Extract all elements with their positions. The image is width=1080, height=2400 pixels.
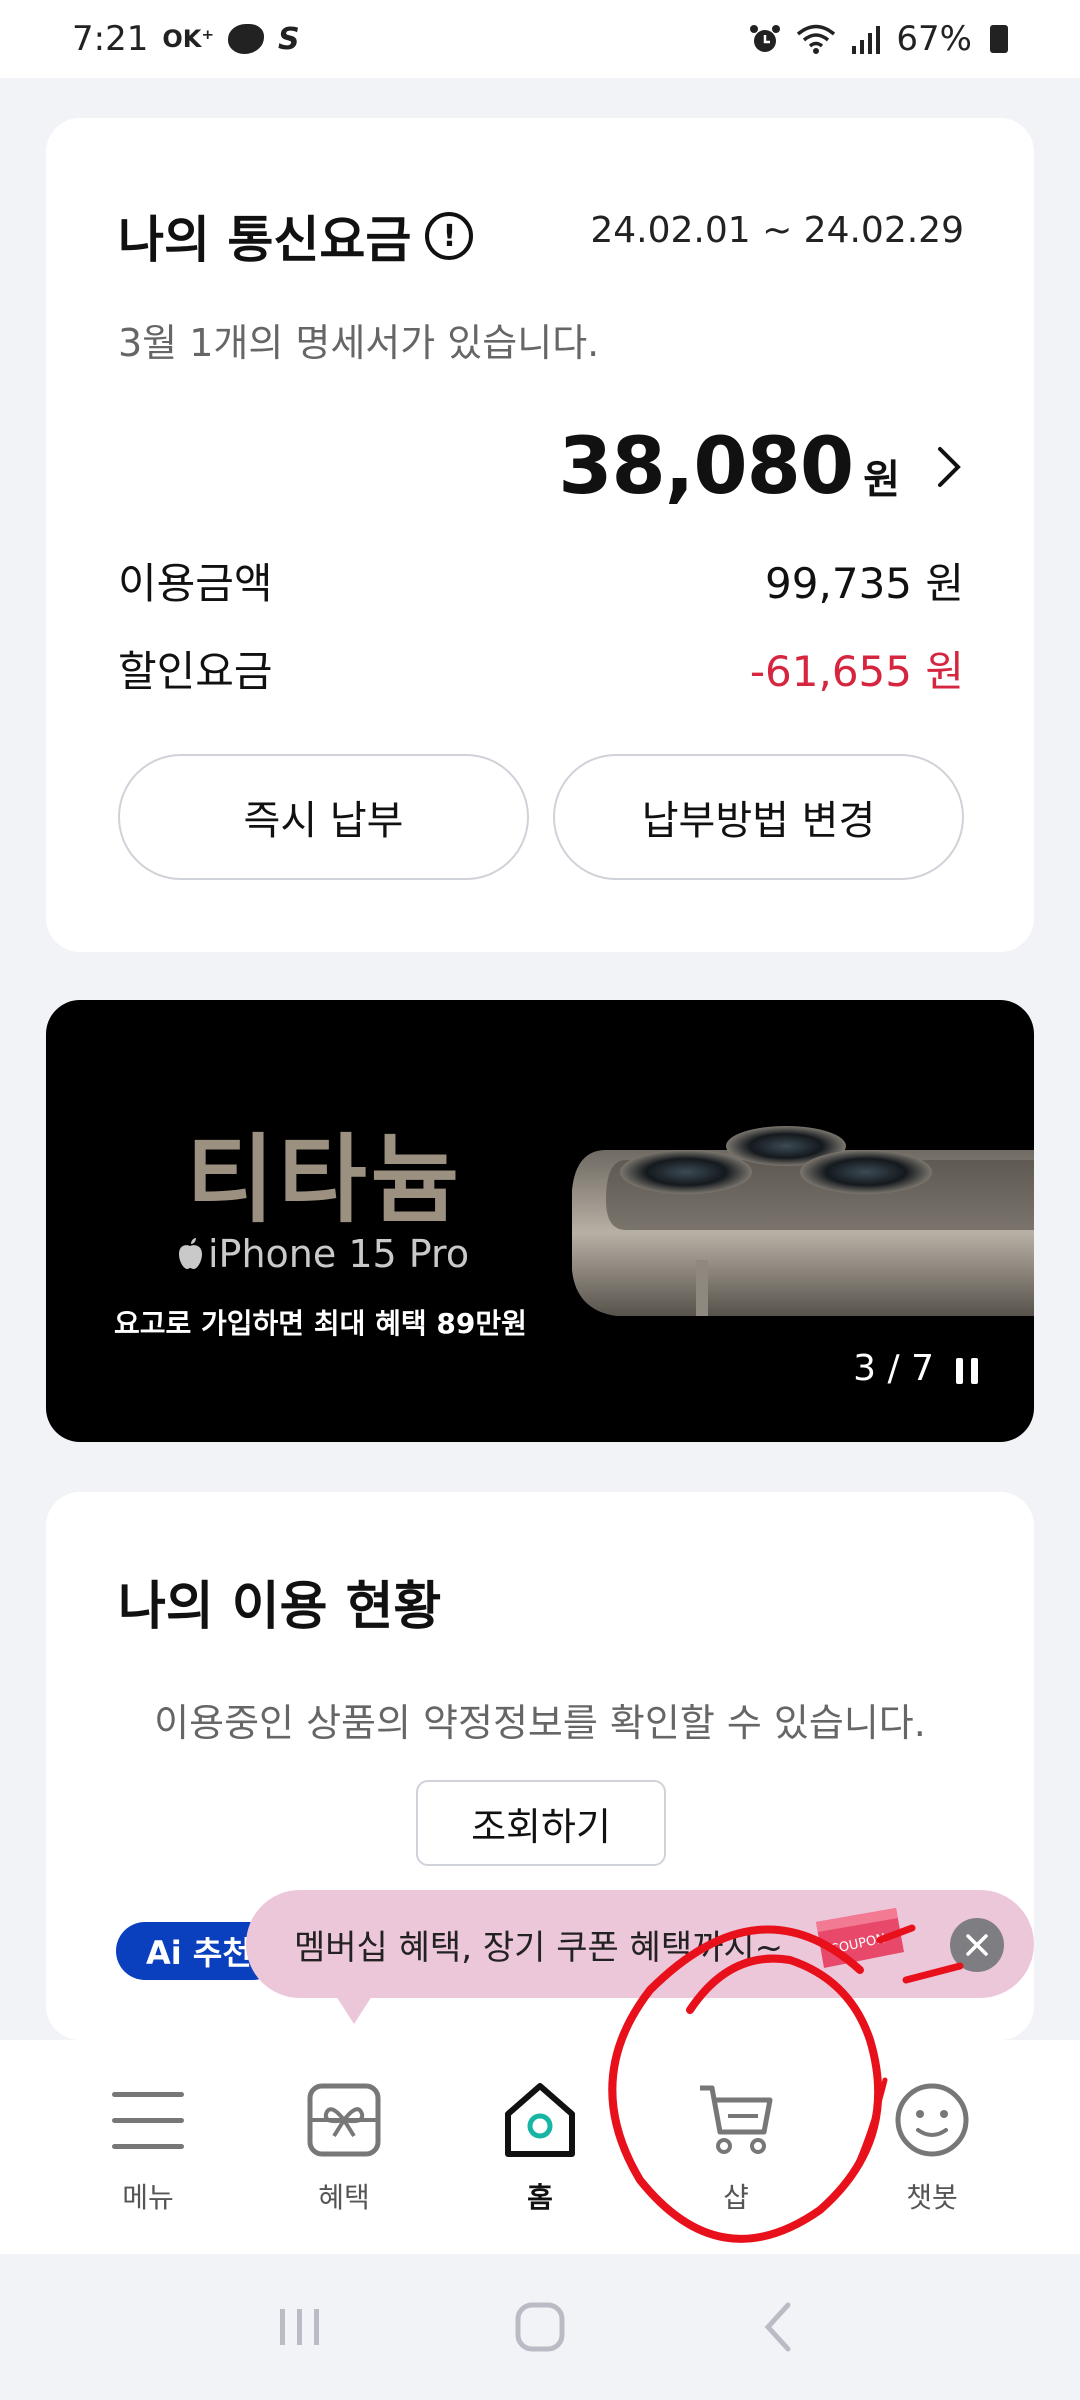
menu-icon <box>112 2092 184 2149</box>
close-toast-button[interactable] <box>950 1918 1004 1972</box>
banner-product-name: iPhone 15 Pro <box>208 1232 470 1276</box>
home-icon <box>505 2083 575 2157</box>
battery-percent: 67% <box>896 19 972 59</box>
home-button-icon[interactable] <box>510 2297 570 2357</box>
nav-label-home: 홈 <box>527 2181 553 2214</box>
bottom-nav: 메뉴 혜택 홈 샵 챗봇 <box>0 2040 1080 2254</box>
nav-item-benefits[interactable]: 혜택 <box>274 2080 414 2254</box>
usage-description: 이용중인 상품의 약정정보를 확인할 수 있습니다. <box>154 1701 926 1745</box>
alarm-icon <box>750 25 781 52</box>
promo-toast[interactable]: 멤버십 혜택, 장기 쿠폰 혜택까지~ COUPON <box>246 1890 1034 2024</box>
wifi-icon <box>797 24 836 54</box>
gift-icon <box>307 2083 381 2157</box>
chevron-right-icon <box>938 447 961 487</box>
promo-banner[interactable]: 티타늄 iPhone 15 Pro 요고로 가입하면 최대 혜택 89만원 3 … <box>46 1000 1034 1442</box>
nav-item-menu[interactable]: 메뉴 <box>78 2080 218 2254</box>
pause-icon[interactable] <box>956 1358 978 1384</box>
usage-title: 나의 이용 현황 <box>118 1577 442 1637</box>
chatbot-icon <box>895 2083 969 2157</box>
s-notification-icon: S <box>278 21 300 57</box>
total-unit: 원 <box>863 457 900 503</box>
status-bar: 7:21 OK⁺ S 67% <box>0 0 1080 78</box>
total-amount: 38,080 <box>558 422 854 512</box>
recent-apps-icon[interactable] <box>270 2297 330 2357</box>
banner-subtitle: 요고로 가입하면 최대 혜택 89만원 <box>114 1307 527 1340</box>
status-right: 67% <box>748 19 1008 59</box>
pay-now-button[interactable]: 즉시 납부 <box>118 754 529 880</box>
nav-item-home[interactable]: 홈 <box>470 2080 610 2254</box>
discount-row: 할인요금 -61,655 원 <box>118 638 964 699</box>
lookup-button[interactable]: 조회하기 <box>416 1780 666 1866</box>
signal-icon <box>852 26 881 54</box>
usage-value: 99,735 원 <box>765 559 964 608</box>
nav-label-chatbot: 챗봇 <box>906 2181 958 2214</box>
system-nav-bar <box>0 2254 1080 2400</box>
info-icon[interactable]: ! <box>425 212 474 260</box>
discount-value: -61,655 원 <box>749 647 964 696</box>
coupon-icon: COUPON <box>816 1908 904 1968</box>
chat-notification-icon <box>228 24 265 54</box>
app-screen: 7:21 OK⁺ S 67% 나의 통신요금 ! 24.02.01 ~ 24.0… <box>0 0 1080 2400</box>
nav-label-shop: 샵 <box>723 2181 749 2214</box>
usage-amount-row: 이용금액 99,735 원 <box>118 550 964 611</box>
status-time: 7:21 <box>72 19 149 59</box>
bill-notice: 3월 1개의 명세서가 있습니다. <box>118 321 600 365</box>
status-left: 7:21 OK⁺ S <box>72 19 300 59</box>
banner-product: iPhone 15 Pro <box>176 1232 469 1276</box>
usage-label: 이용금액 <box>118 559 273 608</box>
banner-title: 티타늄 <box>186 1124 463 1236</box>
bill-period: 24.02.01 ~ 24.02.29 <box>590 210 964 251</box>
nav-item-shop[interactable]: 샵 <box>666 2080 806 2254</box>
battery-icon <box>990 25 1008 53</box>
ok-notification-icon: OK⁺ <box>162 25 215 53</box>
discount-label: 할인요금 <box>118 647 273 696</box>
nav-label-menu: 메뉴 <box>122 2181 174 2214</box>
nav-label-benefits: 혜택 <box>318 2181 370 2214</box>
promo-text: 멤버십 혜택, 장기 쿠폰 혜택까지~ <box>294 1927 784 1968</box>
close-icon <box>966 1934 988 1956</box>
cart-icon <box>700 2085 773 2154</box>
bill-actions: 즉시 납부 납부방법 변경 <box>118 754 964 880</box>
bill-card: 나의 통신요금 ! 24.02.01 ~ 24.02.29 3월 1개의 명세서… <box>46 118 1034 952</box>
bill-title: 나의 통신요금 <box>118 211 412 269</box>
iphone-image <box>572 1126 1034 1316</box>
bill-title-row: 나의 통신요금 ! <box>118 200 474 272</box>
nav-item-chatbot[interactable]: 챗봇 <box>862 2080 1002 2254</box>
apple-logo-icon <box>179 1238 202 1269</box>
bill-total-link[interactable]: 38,080 원 <box>558 422 978 512</box>
change-payment-method-button[interactable]: 납부방법 변경 <box>553 754 964 880</box>
banner-page-counter: 3 / 7 <box>853 1348 934 1389</box>
back-icon[interactable] <box>750 2297 810 2357</box>
